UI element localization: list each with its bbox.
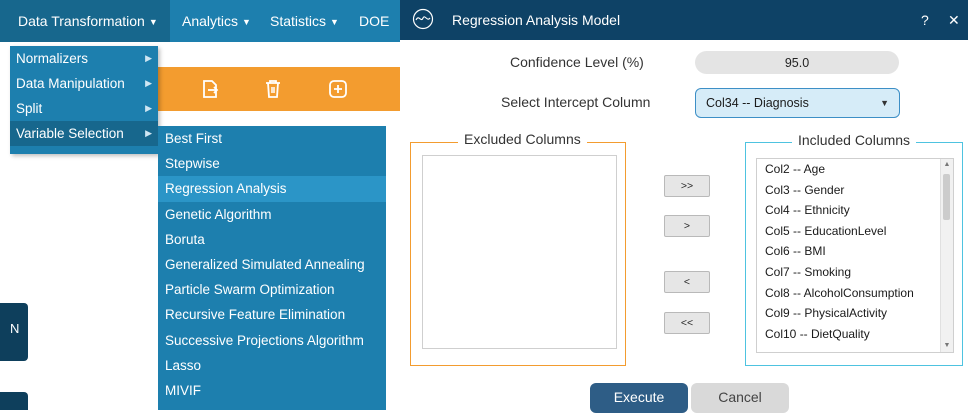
excluded-columns-title: Excluded Columns — [458, 131, 587, 147]
menu-item-label: Split — [16, 101, 43, 116]
submenu-item-recursive-feature-elimination[interactable]: Recursive Feature Elimination — [158, 302, 386, 327]
menu-item-label: Data Manipulation — [16, 76, 125, 91]
menu-item-data-manipulation[interactable]: Data Manipulation ▶ — [10, 71, 158, 96]
menu-label: Data Transformation — [18, 13, 145, 29]
submenu-item-lasso[interactable]: Lasso — [158, 353, 386, 378]
menu-data-transformation[interactable]: Data Transformation ▼ — [0, 0, 170, 42]
move-right-button[interactable]: > — [664, 215, 710, 237]
regression-analysis-dialog: Regression Analysis Model ? ✕ Confidence… — [400, 0, 968, 413]
chevron-right-icon: ▶ — [145, 78, 152, 88]
chevron-right-icon: ▶ — [145, 128, 152, 138]
submenu-item-mivif[interactable]: MIVIF — [158, 378, 386, 403]
menu-doe[interactable]: DOE — [359, 0, 389, 42]
chevron-down-icon: ▼ — [880, 98, 889, 108]
add-icon[interactable] — [328, 79, 348, 99]
dialog-title: Regression Analysis Model — [452, 12, 621, 28]
dialog-titlebar: Regression Analysis Model ? ✕ — [400, 0, 968, 40]
menu-label: Statistics — [270, 13, 327, 29]
submenu-item-regression-analysis[interactable]: Regression Analysis — [158, 176, 386, 202]
list-item[interactable]: Col8 -- AlcoholConsumption — [757, 283, 953, 304]
submenu-item-genetic-algorithm[interactable]: Genetic Algorithm — [158, 202, 386, 227]
cancel-button[interactable]: Cancel — [691, 383, 789, 413]
side-panel-tab[interactable]: N — [0, 303, 28, 361]
help-button[interactable]: ? — [921, 0, 929, 40]
submenu-item-particle-swarm-optimization[interactable]: Particle Swarm Optimization — [158, 277, 386, 302]
intercept-column-label: Select Intercept Column — [501, 94, 651, 110]
caret-down-icon: ▼ — [148, 17, 158, 28]
menu-analytics[interactable]: Analytics ▼ — [182, 0, 251, 42]
move-all-right-button[interactable]: >> — [664, 175, 710, 197]
trash-icon[interactable] — [263, 79, 283, 99]
app-logo-icon — [412, 8, 434, 30]
menu-item-normalizers[interactable]: Normalizers ▶ — [10, 46, 158, 71]
list-item[interactable]: Col7 -- Smoking — [757, 262, 953, 283]
excluded-columns-list[interactable] — [422, 155, 617, 349]
menu-statistics[interactable]: Statistics ▼ — [270, 0, 339, 42]
main-application: Data Transformation ▼ Analytics ▼ Statisti… — [0, 0, 400, 410]
menu-item-variable-selection[interactable]: Variable Selection ▶ — [10, 121, 158, 146]
intercept-column-select[interactable]: Col34 -- Diagnosis ▼ — [695, 88, 900, 118]
close-button[interactable]: ✕ — [948, 0, 960, 40]
variable-selection-submenu: Best First Stepwise Regression Analysis … — [158, 126, 386, 410]
chevron-right-icon: ▶ — [145, 103, 152, 113]
execute-button[interactable]: Execute — [590, 383, 688, 413]
submenu-item-boruta[interactable]: Boruta — [158, 227, 386, 252]
list-item[interactable]: Col10 -- DietQuality — [757, 324, 953, 345]
menu-label: DOE — [359, 13, 390, 29]
list-item[interactable]: Col5 -- EducationLevel — [757, 221, 953, 242]
submenu-item-best-first[interactable]: Best First — [158, 126, 386, 151]
chevron-right-icon: ▶ — [145, 53, 152, 63]
scroll-down-icon[interactable]: ▼ — [941, 340, 953, 352]
move-left-button[interactable]: < — [664, 271, 710, 293]
menu-label: Analytics — [182, 13, 239, 29]
move-all-left-button[interactable]: << — [664, 312, 710, 334]
list-item[interactable]: Col6 -- BMI — [757, 241, 953, 262]
caret-down-icon: ▼ — [330, 17, 339, 28]
confidence-level-input[interactable] — [695, 51, 899, 74]
menu-item-label: Variable Selection — [16, 126, 124, 141]
included-columns-title: Included Columns — [792, 132, 917, 148]
menu-item-split[interactable]: Split ▶ — [10, 96, 158, 121]
menu-bar: Data Transformation ▼ Analytics ▼ Statisti… — [0, 0, 400, 42]
menu-item-label: Normalizers — [16, 51, 89, 66]
included-list-scrollbar[interactable]: ▲ ▼ — [940, 159, 953, 352]
submenu-item-generalized-simulated-annealing[interactable]: Generalized Simulated Annealing — [158, 252, 386, 277]
side-tab-label: N — [10, 321, 20, 336]
export-icon[interactable] — [200, 79, 220, 99]
submenu-item-stepwise[interactable]: Stepwise — [158, 151, 386, 176]
intercept-column-value: Col34 -- Diagnosis — [706, 96, 809, 110]
confidence-level-label: Confidence Level (%) — [510, 54, 644, 70]
data-transformation-dropdown: Normalizers ▶ Data Manipulation ▶ Split … — [10, 46, 158, 154]
list-item[interactable]: Col9 -- PhysicalActivity — [757, 303, 953, 324]
side-panel-tab-2[interactable] — [0, 392, 28, 410]
scroll-up-icon[interactable]: ▲ — [941, 159, 953, 171]
submenu-item-successive-projections-algorithm[interactable]: Successive Projections Algorithm — [158, 328, 386, 353]
list-item[interactable]: Col4 -- Ethnicity — [757, 200, 953, 221]
included-columns-list[interactable]: Col2 -- Age Col3 -- Gender Col4 -- Ethni… — [756, 158, 954, 353]
toolbar — [150, 67, 400, 111]
scrollbar-thumb[interactable] — [943, 174, 950, 220]
list-item[interactable]: Col2 -- Age — [757, 159, 953, 180]
list-item[interactable]: Col3 -- Gender — [757, 180, 953, 201]
caret-down-icon: ▼ — [242, 17, 251, 28]
